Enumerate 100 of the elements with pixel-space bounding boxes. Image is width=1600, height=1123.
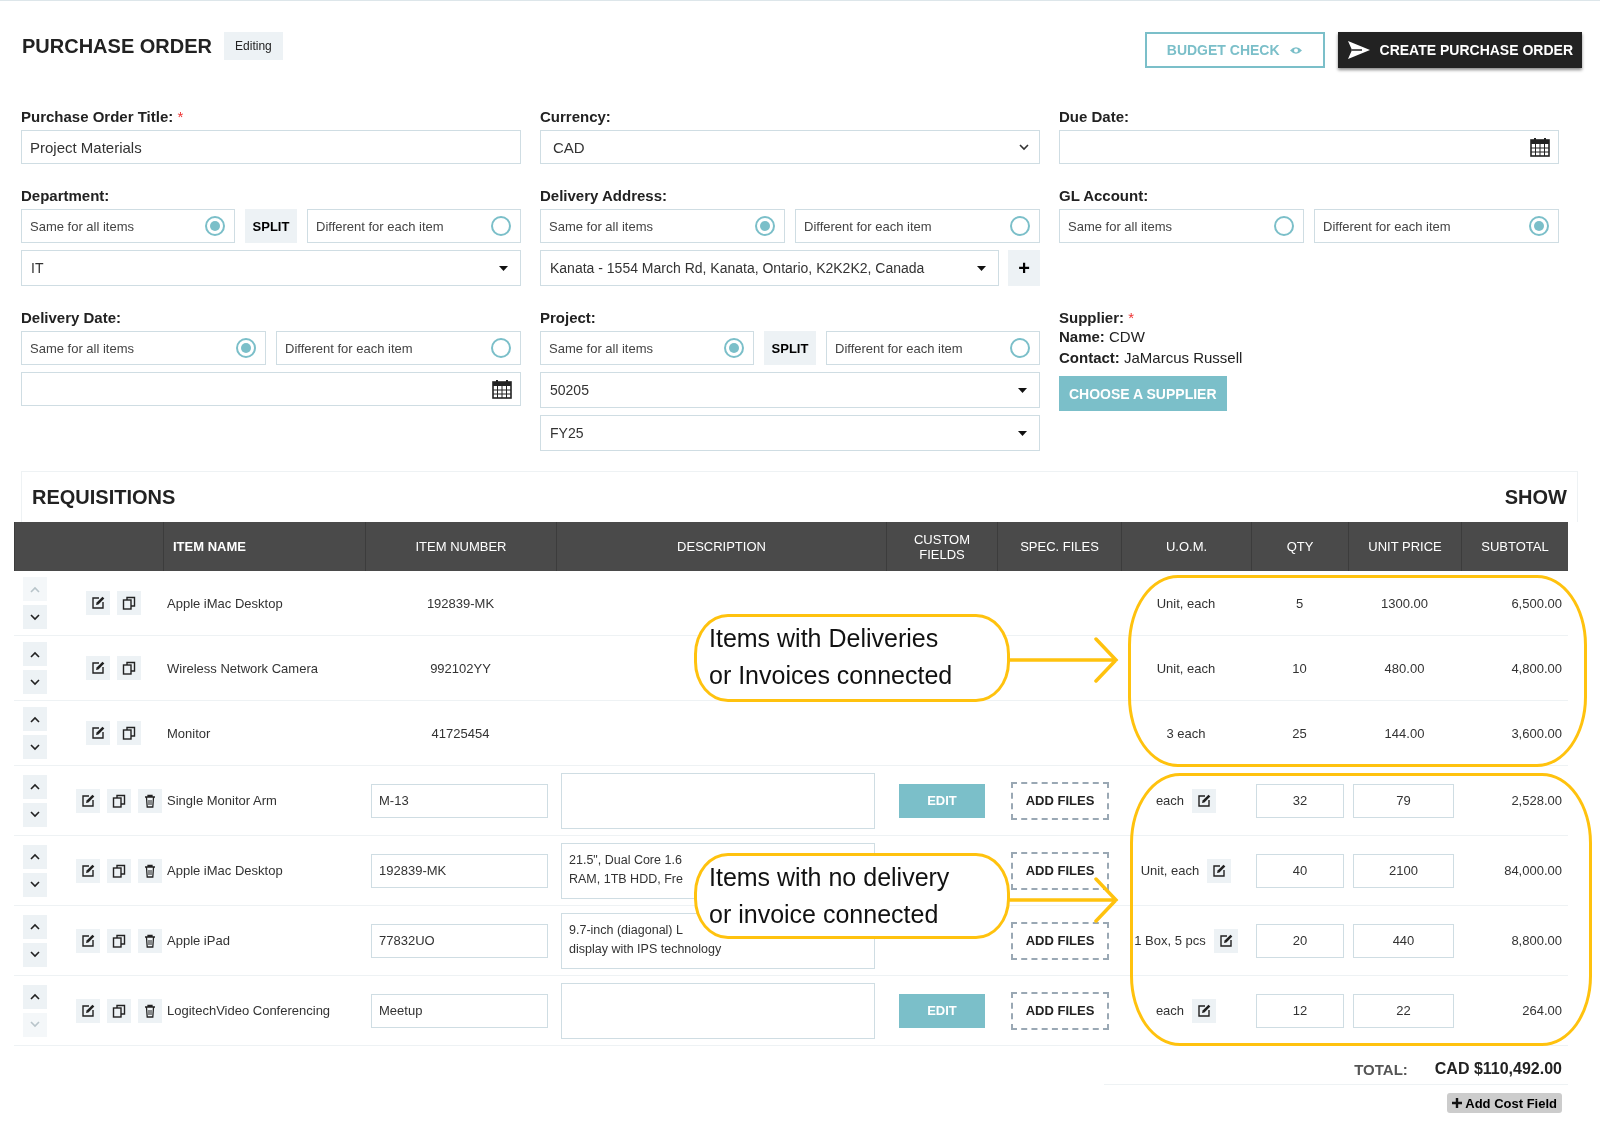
delete-button[interactable]: [138, 788, 162, 813]
add-files-button[interactable]: ADD FILES: [1011, 921, 1109, 960]
add-cost-field-button[interactable]: Add Cost Field: [1447, 1093, 1562, 1113]
move-up-button[interactable]: [23, 774, 47, 799]
choice-option[interactable]: Different for each item: [795, 209, 1040, 243]
add-button[interactable]: +: [1008, 250, 1040, 286]
edit-icon: [91, 596, 105, 610]
quantity-field[interactable]: 40: [1256, 853, 1344, 888]
choice-option[interactable]: Same for all items: [540, 209, 785, 243]
quantity-field[interactable]: 20: [1256, 923, 1344, 958]
radio-button[interactable]: [755, 216, 775, 236]
add-files-button[interactable]: ADD FILES: [1011, 781, 1109, 820]
item-name: LogitechVideo Conferencing: [166, 1003, 332, 1018]
move-down-button[interactable]: [23, 942, 47, 967]
split-button[interactable]: SPLIT: [245, 209, 297, 243]
move-down-button[interactable]: [23, 670, 47, 694]
item-number-field[interactable]: 77832UO: [371, 923, 548, 958]
radio-button[interactable]: [1274, 216, 1294, 236]
create-button[interactable]: CREATE PURCHASE ORDER: [1337, 32, 1582, 68]
dropdown[interactable]: FY25: [540, 415, 1040, 451]
unit-price-field[interactable]: 79: [1353, 783, 1454, 818]
item-number-field[interactable]: 192839-MK: [371, 853, 548, 888]
edit-button[interactable]: [86, 656, 110, 680]
split-button[interactable]: SPLIT: [764, 331, 816, 365]
copy-button[interactable]: [107, 928, 131, 953]
copy-button[interactable]: [107, 788, 131, 813]
move-down-button[interactable]: [23, 605, 47, 629]
move-down-button[interactable]: [23, 735, 47, 759]
radio-button[interactable]: [236, 338, 256, 358]
move-up-button[interactable]: [23, 984, 47, 1009]
unit-price: 144.00: [1383, 725, 1426, 741]
radio-button[interactable]: [1010, 216, 1030, 236]
copy-button[interactable]: [107, 998, 131, 1023]
description-field[interactable]: [561, 982, 875, 1039]
move-down-button[interactable]: [23, 872, 47, 897]
edit-uom-button[interactable]: [1192, 998, 1217, 1023]
date-field[interactable]: [1059, 130, 1559, 164]
edit-button[interactable]: [86, 591, 110, 615]
item-number-field[interactable]: Meetup: [371, 993, 548, 1028]
quantity-field[interactable]: 12: [1256, 993, 1344, 1028]
copy-button[interactable]: [117, 656, 141, 680]
choice-option[interactable]: Different for each item: [307, 209, 521, 243]
choice-option[interactable]: Same for all items: [21, 331, 266, 365]
column-header: UNIT PRICE: [1348, 522, 1461, 571]
edit-button[interactable]: [76, 858, 100, 883]
radio-button[interactable]: [491, 338, 511, 358]
date-field[interactable]: [21, 372, 521, 406]
radio-button[interactable]: [205, 216, 225, 236]
dropdown[interactable]: Kanata - 1554 March Rd, Kanata, Ontario, K2K2K2, Canada: [540, 250, 999, 286]
item-name: Monitor: [166, 725, 212, 741]
column-header: SUBTOTAL: [1461, 522, 1568, 571]
edit-button[interactable]: [76, 998, 100, 1023]
dropdown[interactable]: 50205: [540, 372, 1040, 408]
field-label: Supplier: *: [1059, 309, 1135, 326]
move-up-button[interactable]: [23, 707, 47, 731]
show-toggle[interactable]: SHOW: [1504, 485, 1567, 509]
choice-option[interactable]: Same for all items: [21, 209, 235, 243]
supplier-detail: Contact: JaMarcus Russell: [1059, 349, 1243, 366]
edit-uom-button[interactable]: [1213, 928, 1238, 953]
unit-price-field[interactable]: 440: [1353, 923, 1454, 958]
choice-option[interactable]: Different for each item: [826, 331, 1040, 365]
move-up-button[interactable]: [23, 844, 47, 869]
copy-button[interactable]: [117, 721, 141, 745]
edit-button[interactable]: [86, 721, 110, 745]
choice-option[interactable]: Different for each item: [276, 331, 521, 365]
edit-uom-button[interactable]: [1192, 788, 1217, 813]
subtotal: 8,800.00: [1510, 933, 1563, 948]
choice-option[interactable]: Same for all items: [540, 331, 754, 365]
radio-button[interactable]: [1010, 338, 1030, 358]
delete-button[interactable]: [138, 858, 162, 883]
radio-button[interactable]: [1529, 216, 1549, 236]
description-field[interactable]: [561, 772, 875, 829]
move-down-button[interactable]: [23, 802, 47, 827]
item-number-field[interactable]: M-13: [371, 783, 548, 818]
choice-option[interactable]: Same for all items: [1059, 209, 1304, 243]
copy-icon: [122, 726, 136, 740]
unit-price-field[interactable]: 2100: [1353, 853, 1454, 888]
move-up-button[interactable]: [23, 914, 47, 939]
dropdown[interactable]: IT: [21, 250, 521, 286]
column-header: QTY: [1251, 522, 1348, 571]
edit-button[interactable]: [76, 928, 100, 953]
chevron-down-icon: [30, 613, 40, 621]
edit-uom-button[interactable]: [1207, 858, 1232, 883]
delete-button[interactable]: [138, 998, 162, 1023]
quantity-field[interactable]: 32: [1256, 783, 1344, 818]
field-label: Purchase Order Title: *: [21, 108, 185, 125]
radio-button[interactable]: [724, 338, 744, 358]
delete-button[interactable]: [138, 928, 162, 953]
radio-button[interactable]: [491, 216, 511, 236]
add-files-button[interactable]: ADD FILES: [1011, 851, 1109, 890]
unit-price-field[interactable]: 22: [1353, 993, 1454, 1028]
copy-icon: [112, 933, 126, 948]
edit-button[interactable]: [76, 788, 100, 813]
copy-button[interactable]: [117, 591, 141, 615]
add-files-button[interactable]: ADD FILES: [1011, 991, 1109, 1030]
title-field[interactable]: Project Materials: [21, 130, 521, 164]
currency-select[interactable]: CAD: [540, 130, 1040, 164]
copy-button[interactable]: [107, 858, 131, 883]
choice-option[interactable]: Different for each item: [1314, 209, 1559, 243]
move-up-button[interactable]: [23, 642, 47, 666]
